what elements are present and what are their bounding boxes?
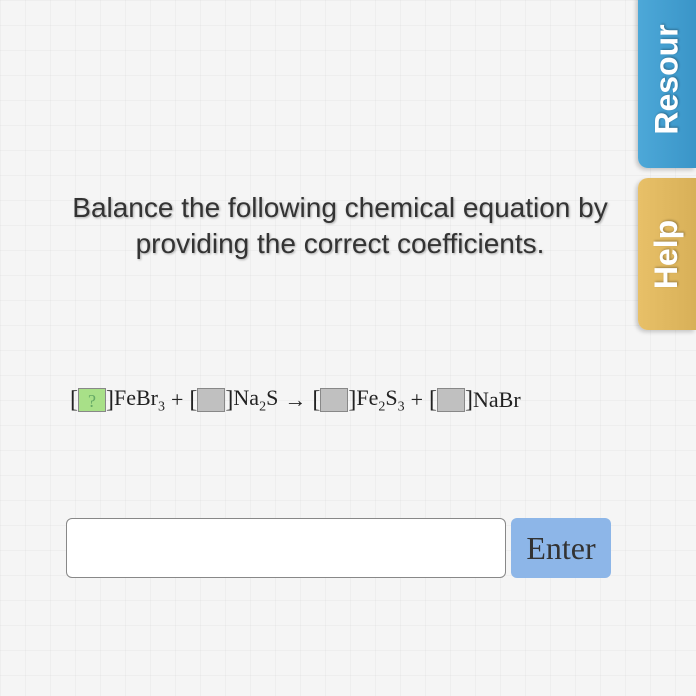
reaction-arrow: → [284, 387, 306, 413]
chemical-equation: [?]FeBr3 + []Na2S → []Fe2S3 + []NaBr [70, 385, 630, 415]
bracket-open-1: [ [70, 387, 78, 414]
bracket-close-4: ] [465, 387, 473, 414]
plus-2: + [411, 387, 423, 413]
prompt-text: Balance the following chemical equation … [50, 190, 630, 263]
answer-input[interactable] [66, 518, 506, 578]
bracket-close-3: ] [348, 387, 356, 414]
bracket-close-2: ] [225, 387, 233, 414]
bracket-close-1: ] [106, 387, 114, 414]
coefficient-3[interactable] [320, 388, 348, 412]
formula-2: Na2S [233, 385, 278, 415]
formula-3: Fe2S3 [356, 385, 404, 415]
coefficient-2[interactable] [197, 388, 225, 412]
resources-tab[interactable]: Resour [638, 0, 696, 168]
resources-tab-label: Resour [649, 24, 686, 134]
help-tab-label: Help [649, 219, 686, 288]
answer-row: Enter [66, 518, 611, 578]
coefficient-4[interactable] [437, 388, 465, 412]
coefficient-1-active[interactable]: ? [78, 388, 106, 412]
enter-button[interactable]: Enter [511, 518, 611, 578]
bracket-open-4: [ [429, 387, 437, 414]
formula-1: FeBr3 [114, 385, 165, 415]
bracket-open-3: [ [312, 387, 320, 414]
bracket-open-2: [ [189, 387, 197, 414]
help-tab[interactable]: Help [638, 178, 696, 330]
formula-4: NaBr [473, 387, 521, 413]
plus-1: + [171, 387, 183, 413]
